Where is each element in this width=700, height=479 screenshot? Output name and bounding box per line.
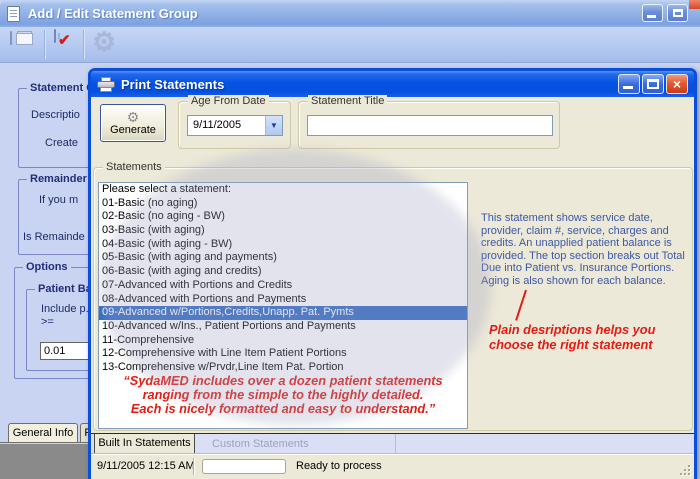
age-from-date-label: Age From Date <box>188 95 269 107</box>
created-label: Create <box>45 137 78 149</box>
statement-item[interactable]: 12-Comprehensive with Line Item Patient … <box>99 347 467 361</box>
tab-general-info-label: General Info <box>13 427 74 439</box>
screen: Add / Edit Statement Group ✔ ⚙ Statement… <box>0 0 700 479</box>
dialog-statusbar: 9/11/2005 12:15 AM Ready to process <box>91 454 694 479</box>
is-remainder-label: Is Remainde <box>23 231 85 243</box>
print-statements-dialog: Print Statements × ⚙ Generate Age From D… <box>88 68 697 479</box>
generate-button-label: Generate <box>110 124 156 136</box>
document-icon <box>7 6 20 22</box>
dialog-minimize-button[interactable] <box>618 74 640 94</box>
tab-custom-statements[interactable]: Custom Statements <box>200 434 396 455</box>
statement-title-label: Statement Title <box>308 95 387 107</box>
status-separator <box>193 458 194 475</box>
statements-group-label: Statements <box>103 161 165 173</box>
age-from-date-group: Age From Date 9/11/2005 ▼ <box>178 101 291 149</box>
operator-label: >= <box>41 316 54 328</box>
statement-item[interactable]: 08-Advanced with Portions and Payments <box>99 293 467 307</box>
save-icon[interactable] <box>10 31 12 45</box>
statement-item[interactable]: 11-Comprehensive <box>99 334 467 348</box>
remainder-group-box-label: Remainder <box>27 173 90 185</box>
statement-item[interactable]: 02-Basic (no aging - BW) <box>99 210 467 224</box>
annotation-callout-line <box>515 290 527 321</box>
statement-description-text: This statement shows service date, provi… <box>481 212 691 288</box>
generate-gear-icon: ⚙ <box>127 110 140 124</box>
parent-maximize-button[interactable] <box>667 4 688 22</box>
settings-gear-icon[interactable]: ⚙ <box>92 28 116 57</box>
dialog-maximize-button[interactable] <box>642 74 664 94</box>
tab-built-in-statements[interactable]: Built In Statements <box>94 434 195 455</box>
statement-title-group: Statement Title <box>298 101 560 149</box>
background-close-button-partial <box>689 0 700 9</box>
statement-item[interactable]: Please select a statement: <box>99 183 467 197</box>
generate-button[interactable]: ⚙ Generate <box>100 104 166 142</box>
status-timestamp: 9/11/2005 12:15 AM <box>97 460 195 472</box>
parent-window-titlebar: Add / Edit Statement Group <box>0 0 700 27</box>
description-label: Descriptio <box>31 109 80 121</box>
progress-indicator <box>202 459 286 474</box>
statements-group: Statements Please select a statement:01-… <box>93 167 693 431</box>
printer-icon <box>97 77 115 92</box>
statement-item[interactable]: 06-Basic (with aging and credits) <box>99 265 467 279</box>
dialog-tabstrip: Built In Statements Custom Statements <box>91 433 694 454</box>
if-you-label: If you m <box>39 194 78 206</box>
dialog-title: Print Statements <box>121 77 224 92</box>
statement-item[interactable]: 05-Basic (with aging and payments) <box>99 251 467 265</box>
resize-grip[interactable] <box>678 463 690 475</box>
include-label: Include p. <box>41 303 89 315</box>
statement-item[interactable]: 09-Advanced w/Portions,Credits,Unapp. Pa… <box>99 306 467 320</box>
workspace-background <box>0 444 89 479</box>
status-message: Ready to process <box>296 460 382 472</box>
age-from-date-value: 9/11/2005 <box>188 116 265 135</box>
annotation-quote: “SydaMED includes over a dozen patient s… <box>99 374 467 415</box>
chevron-down-icon[interactable]: ▼ <box>265 116 282 135</box>
parent-minimize-button[interactable] <box>642 4 663 22</box>
age-from-date-combobox[interactable]: 9/11/2005 ▼ <box>187 115 283 136</box>
parent-window-title: Add / Edit Statement Group <box>28 6 198 21</box>
statements-listbox[interactable]: Please select a statement:01-Basic (no a… <box>98 182 468 429</box>
annotation-callout-text: Plain desriptions helps you choose the r… <box>489 323 655 352</box>
dialog-close-button[interactable]: × <box>666 74 688 94</box>
statement-title-input[interactable] <box>307 115 553 136</box>
parent-toolbar: ✔ ⚙ <box>0 27 700 63</box>
tab-general-info[interactable]: General Info <box>8 423 78 443</box>
statement-item[interactable]: 10-Advanced w/Ins., Patient Portions and… <box>99 320 467 334</box>
options-group-box-label: Options <box>23 261 71 273</box>
statement-item[interactable]: 04-Basic (with aging - BW) <box>99 238 467 252</box>
statement-item[interactable]: 01-Basic (no aging) <box>99 197 467 211</box>
validate-icon[interactable]: ✔ <box>54 29 56 43</box>
statement-item[interactable]: 07-Advanced with Portions and Credits <box>99 279 467 293</box>
tab-custom-statements-label: Custom Statements <box>212 438 309 450</box>
dialog-titlebar[interactable]: Print Statements × <box>91 71 694 97</box>
tab-baseline <box>0 442 89 443</box>
dialog-content: ⚙ Generate Age From Date 9/11/2005 ▼ Sta… <box>91 97 694 479</box>
tab-built-in-statements-label: Built In Statements <box>98 437 190 449</box>
statement-item[interactable]: 03-Basic (with aging) <box>99 224 467 238</box>
